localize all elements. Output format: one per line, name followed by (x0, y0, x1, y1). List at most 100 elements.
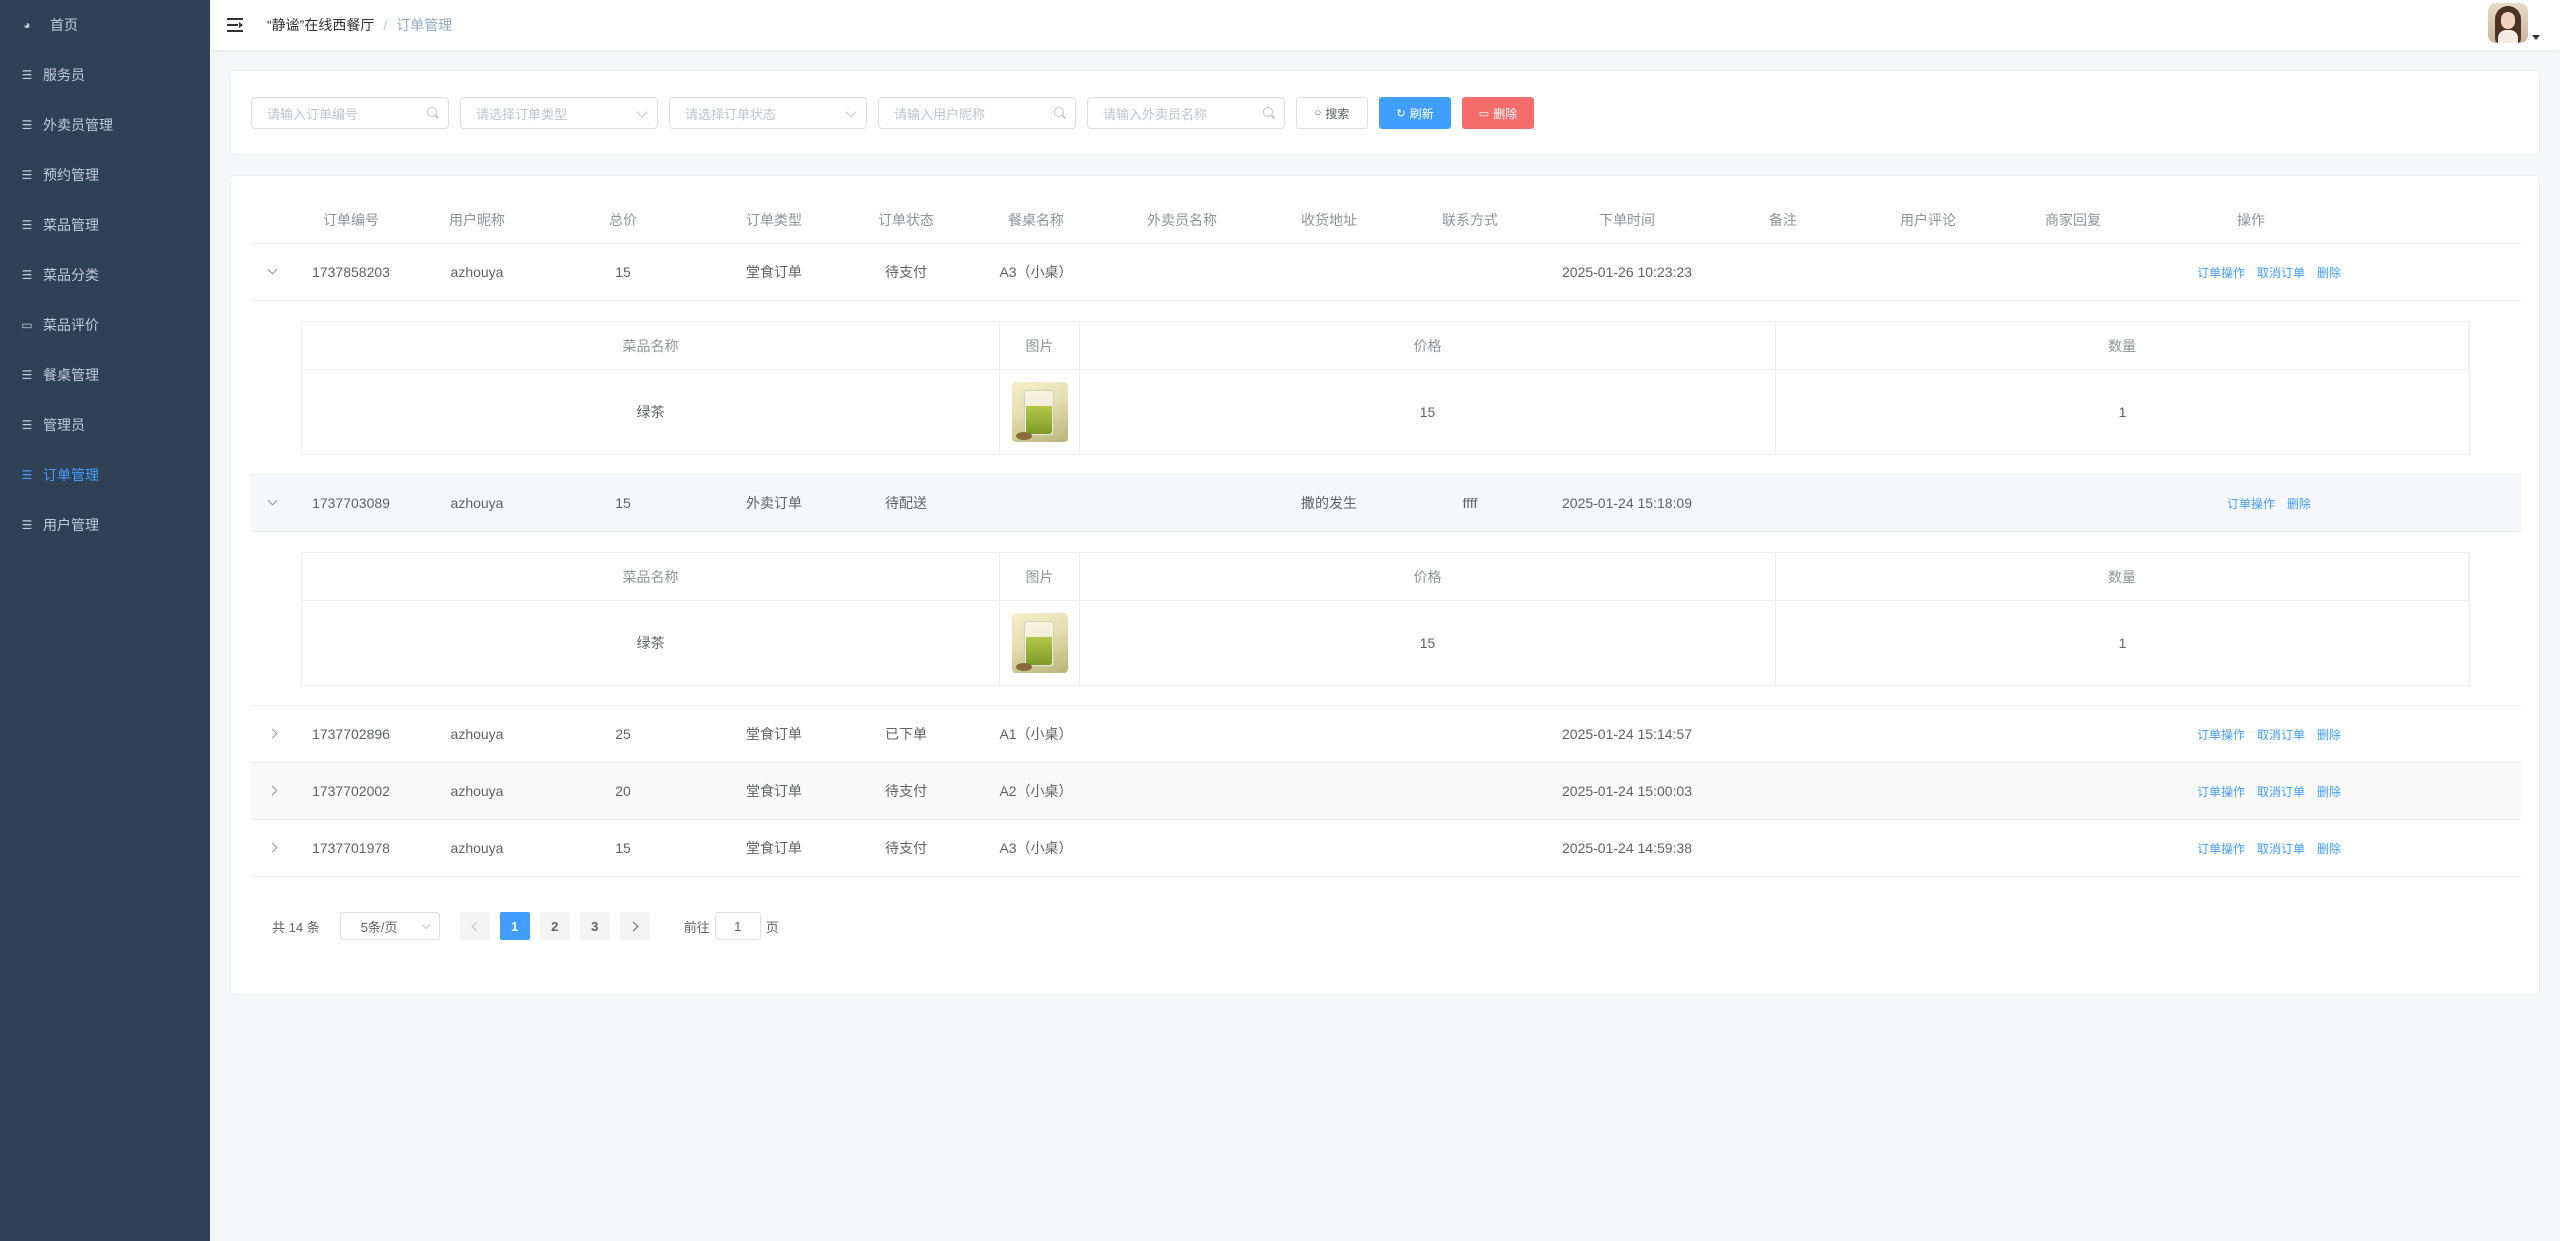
sidebar-item[interactable]: ☰ 餐桌管理 (0, 350, 210, 400)
order-no-input[interactable]: 请输入订单编号 (251, 97, 449, 129)
cell-courier (1117, 244, 1247, 300)
hamburger-icon[interactable] (227, 18, 243, 32)
delete-order-link[interactable]: 删除 (2317, 840, 2341, 857)
chevron-down-icon[interactable] (269, 268, 277, 276)
chevron-right-icon[interactable] (269, 787, 277, 795)
cell-user: azhouya (450, 495, 504, 511)
sidebar-item[interactable]: ◕ 首页 (0, 0, 210, 50)
navbar: “静谧”在线西餐厅 / 订单管理 (210, 0, 2560, 50)
column-header: 联系方式 (1442, 211, 1498, 228)
order-action-link[interactable]: 订单操作 (2227, 495, 2275, 512)
cell-contact (1405, 244, 1535, 300)
column-header: 下单时间 (1599, 211, 1655, 228)
sidebar-item[interactable]: ☰ 外卖员管理 (0, 100, 210, 150)
sliders-icon: ☰ (21, 518, 33, 532)
order-action-link[interactable]: 订单操作 (2197, 726, 2245, 743)
caret-down-icon[interactable] (2532, 35, 2540, 40)
search-icon: ○ (1314, 107, 1322, 119)
avatar[interactable] (2488, 3, 2528, 43)
column-header: 餐桌名称 (1008, 211, 1064, 228)
page-button[interactable]: 3 (579, 912, 610, 940)
delete-order-link[interactable]: 删除 (2317, 264, 2341, 281)
sidebar-item[interactable]: ☰ 菜品管理 (0, 200, 210, 250)
user-nick-placeholder: 请输入用户昵称 (894, 106, 986, 122)
user-nick-input[interactable]: 请输入用户昵称 (878, 97, 1076, 129)
sidebar-item-label: 餐桌管理 (43, 367, 99, 383)
chevron-right-icon[interactable] (269, 730, 277, 738)
page-size-select[interactable]: 5条/页 (339, 912, 440, 940)
delete-order-link[interactable]: 删除 (2287, 495, 2311, 512)
delete-order-link[interactable]: 删除 (2317, 783, 2341, 800)
delete-button[interactable]: ▭ 删除 (1462, 97, 1534, 129)
cancel-order-link[interactable]: 取消订单 (2257, 264, 2305, 281)
cell-courier (1117, 820, 1247, 876)
sidebar-item[interactable]: ☰ 订单管理 (0, 450, 210, 500)
sidebar-item-label: 预约管理 (43, 167, 99, 183)
cell-time: 2025-01-26 10:23:23 (1562, 264, 1692, 280)
chevron-down-icon[interactable] (269, 499, 277, 507)
sidebar-item[interactable]: ☰ 菜品分类 (0, 250, 210, 300)
cell-courier (1117, 475, 1247, 531)
sliders-icon: ☰ (21, 218, 33, 232)
refresh-button[interactable]: ↻ 刷新 (1379, 97, 1451, 129)
sidebar-item[interactable]: ▭ 菜品评价 (0, 300, 210, 350)
cell-status: 待支付 (885, 840, 927, 856)
sidebar-item[interactable]: ☰ 服务员 (0, 50, 210, 100)
table-row[interactable]: 1737702896 azhouya 25 堂食订单 已下单 A1（小桌） 2025-01-… (251, 706, 2521, 763)
order-action-link[interactable]: 订单操作 (2197, 264, 2245, 281)
cell-reply (2008, 475, 2138, 531)
search-button[interactable]: ○ 搜索 (1296, 97, 1368, 129)
sidebar-item[interactable]: ☰ 管理员 (0, 400, 210, 450)
column-header: 用户评论 (1900, 211, 1956, 228)
table-row[interactable]: 1737701978 azhouya 15 堂食订单 待支付 A3（小桌） 2025-01-… (251, 820, 2521, 877)
order-status-select[interactable]: 请选择订单状态 (669, 97, 867, 129)
order-action-link[interactable]: 订单操作 (2197, 840, 2245, 857)
delete-order-link[interactable]: 删除 (2317, 726, 2341, 743)
refresh-icon: ↻ (1396, 107, 1406, 120)
order-action-link[interactable]: 订单操作 (2197, 783, 2245, 800)
breadcrumb-home[interactable]: “静谧”在线西餐厅 (267, 15, 374, 35)
table-row[interactable]: 1737858203 azhouya 15 堂食订单 待支付 A3（小桌） 2025-01-… (251, 244, 2521, 301)
table-row[interactable]: 1737702002 azhouya 20 堂食订单 待支付 A2（小桌） 2025-01-… (251, 763, 2521, 820)
cancel-order-link[interactable]: 取消订单 (2257, 783, 2305, 800)
sliders-icon: ☰ (21, 118, 33, 132)
courier-placeholder: 请输入外卖员名称 (1103, 106, 1208, 122)
user-menu[interactable] (2488, 3, 2540, 43)
sidebar-item-label: 服务员 (43, 67, 85, 83)
cell-remark (1718, 763, 1848, 819)
sidebar-item-label: 管理员 (43, 417, 85, 433)
column-header: 商家回复 (2045, 211, 2101, 228)
cell-user: azhouya (450, 840, 504, 856)
comment-icon: ▭ (21, 318, 33, 332)
cell-comment (1863, 706, 1993, 762)
table-header: 订单编号 用户昵称 总价 订单类型 订单状态 餐桌名称 外卖员名称 收货地址 联系方式 下单时间 备… (251, 196, 2521, 244)
chevron-right-icon[interactable] (269, 844, 277, 852)
page-button[interactable]: 1 (499, 912, 530, 940)
column-header: 备注 (1769, 211, 1797, 228)
dish-image[interactable] (1011, 382, 1068, 442)
next-page-button[interactable] (619, 912, 650, 940)
cell-status: 待配送 (885, 495, 927, 511)
cell-order-no: 1737701978 (312, 840, 390, 856)
sidebar-item-label: 菜品评价 (43, 317, 99, 333)
order-type-select[interactable]: 请选择订单类型 (460, 97, 658, 129)
goto-page-input[interactable] (714, 912, 761, 940)
cancel-order-link[interactable]: 取消订单 (2257, 726, 2305, 743)
cell-total: 15 (615, 264, 631, 280)
sidebar-item[interactable]: ☰ 用户管理 (0, 500, 210, 550)
cancel-order-link[interactable]: 取消订单 (2257, 840, 2305, 857)
table-row[interactable]: 1737703089 azhouya 15 外卖订单 待配送 撒的发生 ffff 2025-0… (251, 475, 2521, 532)
dish-quantity: 1 (2118, 635, 2127, 651)
cell-user: azhouya (450, 783, 504, 799)
sidebar-item[interactable]: ☰ 预约管理 (0, 150, 210, 200)
cell-type: 堂食订单 (746, 783, 802, 799)
sliders-icon: ☰ (21, 418, 33, 432)
order-item-row: 绿茶 15 1 (302, 601, 2469, 685)
pagination: 共 14 条 5条/页 123 前往 页 (272, 912, 779, 940)
prev-page-button[interactable] (459, 912, 490, 940)
cell-contact (1405, 706, 1535, 762)
page-button[interactable]: 2 (539, 912, 570, 940)
courier-input[interactable]: 请输入外卖员名称 (1087, 97, 1285, 129)
cell-order-no: 1737702896 (312, 726, 390, 742)
dish-image[interactable] (1011, 613, 1068, 673)
